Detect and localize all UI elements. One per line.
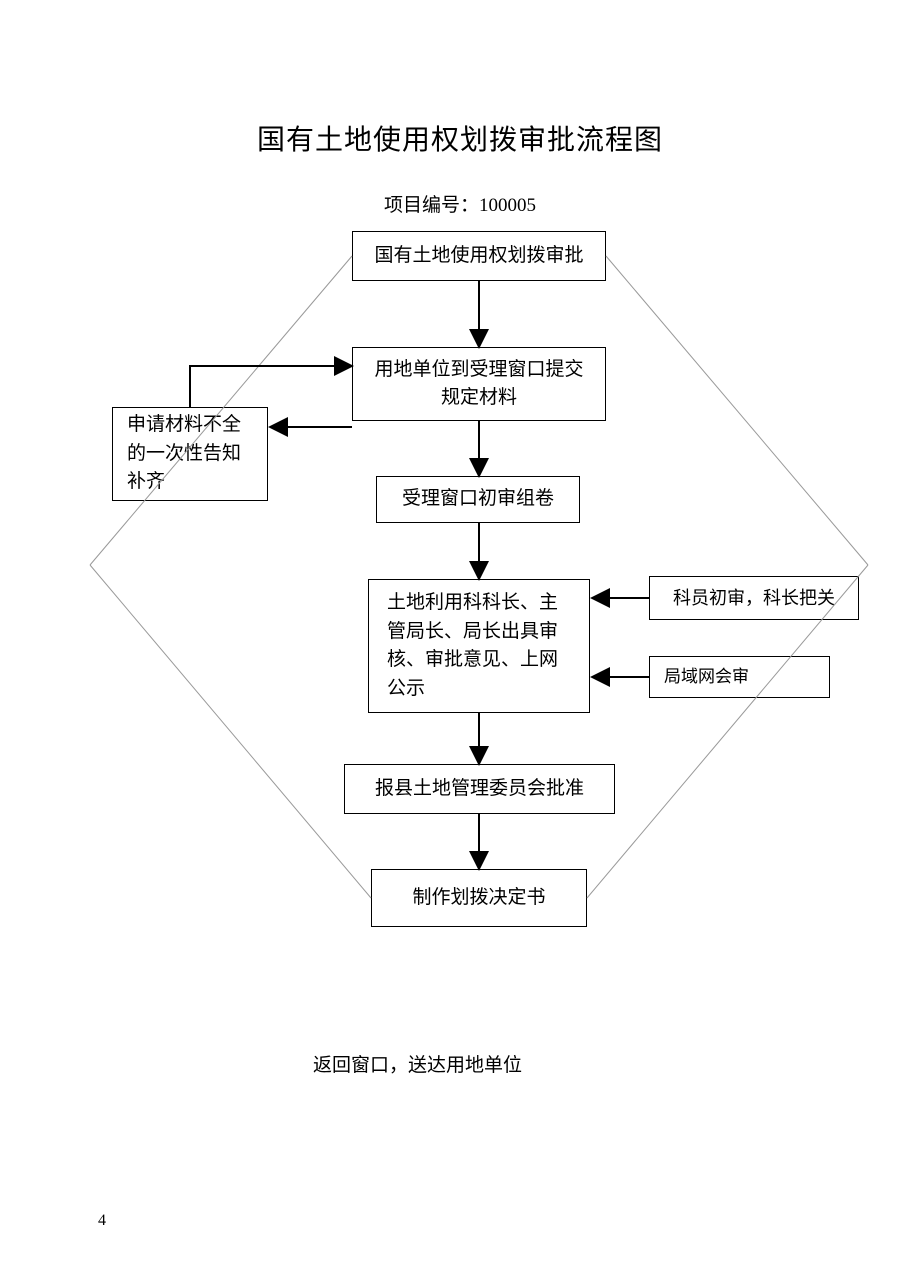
node-make-decision-label: 制作划拨决定书	[412, 884, 545, 913]
node-incomplete-notice-label: 申请材料不全的一次性告知补齐	[127, 411, 253, 497]
node-county-approval: 报县土地管理委员会批准	[344, 764, 615, 814]
node-initial-review: 受理窗口初审组卷	[376, 476, 580, 523]
footer-return-text: 返回窗口，送达用地单位	[313, 1050, 522, 1077]
node-submit: 用地单位到受理窗口提交 规定材料	[352, 347, 606, 421]
bg-diag-bl	[90, 565, 371, 898]
bg-diag-tr	[606, 256, 868, 565]
flowchart-title: 国有土地使用权划拨审批流程图	[0, 118, 920, 158]
page-number: 4	[98, 1212, 106, 1230]
node-county-approval-label: 报县土地管理委员会批准	[375, 775, 584, 804]
node-lan-review-label: 局域网会审	[664, 664, 749, 690]
node-lan-review: 局域网会审	[649, 656, 830, 698]
page: 国有土地使用权划拨审批流程图 项目编号：100005 国有土地使用权划拨审批 用…	[0, 0, 920, 1280]
node-start: 国有土地使用权划拨审批	[352, 231, 606, 281]
node-staff-review: 科员初审，科长把关	[649, 576, 859, 620]
node-approval-opinions: 土地利用科科长、主管局长、局长出具审核、审批意见、上网公示	[368, 579, 590, 713]
arrow-incomplete-back	[190, 366, 350, 407]
project-number: 项目编号：100005	[0, 190, 920, 217]
node-staff-review-label: 科员初审，科长把关	[673, 585, 835, 612]
node-approval-opinions-label: 土地利用科科长、主管局长、局长出具审核、审批意见、上网公示	[387, 589, 571, 703]
node-initial-review-label: 受理窗口初审组卷	[402, 485, 554, 514]
node-make-decision: 制作划拨决定书	[371, 869, 587, 927]
node-incomplete-notice: 申请材料不全的一次性告知补齐	[112, 407, 268, 501]
node-submit-label: 用地单位到受理窗口提交 规定材料	[374, 356, 583, 413]
node-start-label: 国有土地使用权划拨审批	[374, 242, 583, 271]
